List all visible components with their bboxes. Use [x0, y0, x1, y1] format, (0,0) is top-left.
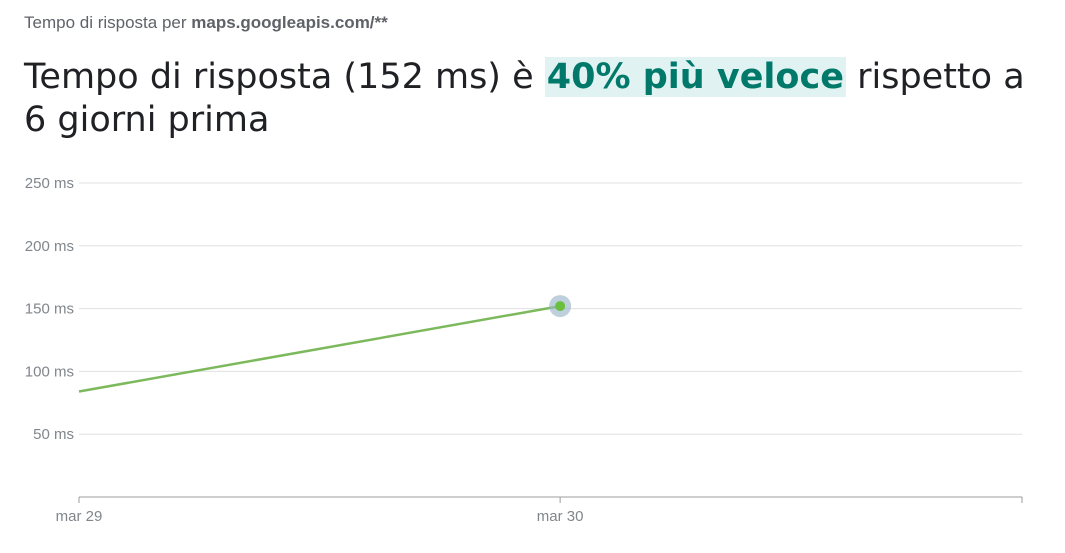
data-point [555, 301, 566, 312]
page-title: Tempo di risposta (152 ms) è 40% più vel… [24, 56, 1034, 142]
series-layer [78, 295, 572, 393]
y-tick-label: 100 ms [25, 363, 74, 380]
y-tick-label: 50 ms [33, 426, 74, 443]
page-subtitle: Tempo di risposta per maps.googleapis.co… [24, 13, 388, 33]
headline-pre: Tempo di risposta (152 ms) è [24, 57, 534, 97]
x-tick-label: mar 30 [537, 508, 584, 525]
headline-highlight: 40% più veloce [544, 57, 846, 97]
y-tick-label: 250 ms [25, 175, 74, 192]
series-line [78, 304, 561, 393]
y-tick-label: 150 ms [25, 301, 74, 318]
subtitle-host: maps.googleapis.com/** [191, 13, 388, 32]
axis-layer: 50 ms 100 ms 150 ms 200 ms 250 ms mar 29 mar 3… [25, 175, 1023, 525]
x-tick-label: mar 29 [56, 508, 103, 525]
response-time-chart: 50 ms 100 ms 150 ms 200 ms 250 ms mar 29 mar 3… [25, 175, 1023, 525]
y-tick-label: 200 ms [25, 238, 74, 255]
subtitle-prefix: Tempo di risposta per [24, 13, 187, 32]
